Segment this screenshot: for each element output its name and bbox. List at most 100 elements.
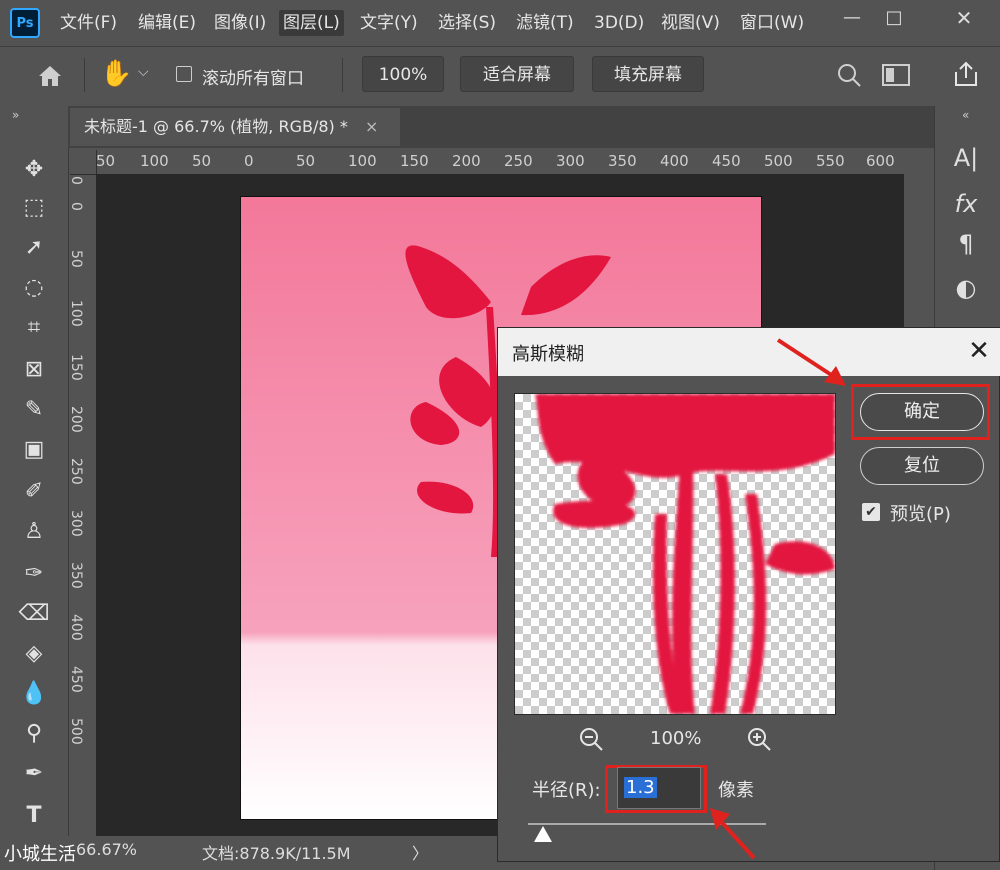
ruler-tick: 50 xyxy=(68,250,84,268)
annotation-arrow-radius xyxy=(710,808,756,860)
healing-brush-tool-icon[interactable]: ▣ xyxy=(14,432,54,468)
menu-image[interactable]: 图像(I) xyxy=(210,10,270,36)
eraser-tool-icon[interactable]: ⌫ xyxy=(14,596,54,632)
ruler-tick: 450 xyxy=(68,666,84,693)
maximize-button[interactable]: □ xyxy=(876,6,912,30)
ruler-tick: 500 xyxy=(68,718,84,745)
collapse-toolbar-icon[interactable]: » xyxy=(12,108,19,122)
screen-mode-icon[interactable] xyxy=(882,64,912,86)
dialog-close-icon[interactable]: ✕ xyxy=(964,336,994,366)
fit-screen-button[interactable]: 适合屏幕 xyxy=(460,56,574,92)
ruler-tick: 0 xyxy=(68,202,84,211)
ruler-tick: 250 xyxy=(68,458,84,485)
ruler-tick: 600 xyxy=(866,152,895,170)
quick-selection-tool-icon[interactable]: ◌ xyxy=(14,270,54,306)
search-icon[interactable] xyxy=(836,62,862,88)
move-tool-icon[interactable]: ✥ xyxy=(14,152,54,188)
ruler-tick: 400 xyxy=(68,614,84,641)
status-zoom[interactable]: 66.67% xyxy=(76,840,137,859)
preview-label: 预览(P) xyxy=(890,504,951,525)
lasso-tool-icon[interactable]: ➚ xyxy=(14,230,54,266)
ruler-tick: 500 xyxy=(764,152,793,170)
adjustments-icon[interactable]: ◐ xyxy=(946,270,986,306)
eyedropper-tool-icon[interactable]: ✎ xyxy=(14,392,54,428)
pen-tool-icon[interactable]: ✒ xyxy=(14,756,54,792)
crop-tool-icon[interactable]: ⌗ xyxy=(14,310,54,346)
scroll-all-label: 滚动所有窗口 xyxy=(202,69,304,89)
type-tool-icon[interactable]: T xyxy=(14,798,54,834)
zoom-in-icon[interactable] xyxy=(746,726,772,752)
fx-styles-icon[interactable]: fx xyxy=(946,186,986,222)
radius-value: 1.3 xyxy=(624,777,657,798)
ruler-tick: 250 xyxy=(504,152,533,170)
unit-label: 像素 xyxy=(718,780,754,801)
minimize-button[interactable]: — xyxy=(834,6,870,30)
ruler-tick: 100 xyxy=(68,300,84,327)
dodge-tool-icon[interactable]: ⚲ xyxy=(14,716,54,752)
radius-slider-thumb[interactable] xyxy=(534,826,552,842)
home-icon[interactable] xyxy=(36,62,64,90)
blur-preview[interactable] xyxy=(514,393,836,715)
brush-tool-icon[interactable]: ✐ xyxy=(14,474,54,510)
watermark-text: 小城生活 xyxy=(4,844,76,865)
annotation-arrow-ok xyxy=(776,338,846,386)
radius-input[interactable]: 1.3 xyxy=(617,767,701,809)
menu-select[interactable]: 选择(S) xyxy=(434,10,500,36)
reset-button[interactable]: 复位 xyxy=(860,447,984,485)
status-chevron-icon[interactable]: 〉 xyxy=(412,840,428,864)
menu-bar: Ps 文件(F) 编辑(E) 图像(I) 图层(L) 文字(Y) 选择(S) 滤… xyxy=(0,0,1000,46)
ruler-tick: 100 xyxy=(348,152,377,170)
ruler-tick: 200 xyxy=(452,152,481,170)
menu-window[interactable]: 窗口(W) xyxy=(736,10,808,36)
menu-type[interactable]: 文字(Y) xyxy=(356,10,422,36)
zoom-out-icon[interactable] xyxy=(578,726,604,752)
ruler-tick: 0 xyxy=(68,176,84,185)
document-tab[interactable]: 未标题-1 @ 66.7% (植物, RGB/8) * × xyxy=(70,108,400,146)
ruler-tick: 400 xyxy=(660,152,689,170)
paint-bucket-tool-icon[interactable]: ◈ xyxy=(14,636,54,672)
ruler-tick: 50 xyxy=(296,152,316,170)
menu-3d[interactable]: 3D(D) xyxy=(590,10,648,36)
share-icon[interactable] xyxy=(952,60,980,88)
ruler-tick: 350 xyxy=(68,562,84,589)
chevron-down-icon[interactable]: ⌵ xyxy=(138,64,149,80)
collapse-right-panel-icon[interactable]: « xyxy=(962,108,969,122)
ruler-tick: 150 xyxy=(400,152,429,170)
zoom-100-button[interactable]: 100% xyxy=(362,56,444,92)
menu-file[interactable]: 文件(F) xyxy=(56,10,121,36)
frame-tool-icon[interactable]: ⊠ xyxy=(14,352,54,388)
marquee-tool-icon[interactable]: ⬚ xyxy=(14,190,54,226)
document-tab-title: 未标题-1 @ 66.7% (植物, RGB/8) * xyxy=(84,117,348,136)
ruler-tick: 550 xyxy=(816,152,845,170)
history-brush-tool-icon[interactable]: ✑ xyxy=(14,556,54,592)
window-close-button[interactable]: ✕ xyxy=(946,6,982,30)
dialog-title: 高斯模糊 xyxy=(512,344,584,365)
ruler-tick: 100 xyxy=(140,152,169,170)
menu-edit[interactable]: 编辑(E) xyxy=(134,10,200,36)
ruler-tick: 50 xyxy=(192,152,212,170)
menu-filter[interactable]: 滤镜(T) xyxy=(512,10,578,36)
preview-checkbox[interactable]: ✔ xyxy=(862,503,880,521)
blur-tool-icon[interactable]: 💧 xyxy=(14,676,54,712)
ruler-tick: 150 xyxy=(68,354,84,381)
ok-button[interactable]: 确定 xyxy=(860,393,984,431)
paragraph-icon[interactable]: ¶ xyxy=(946,226,986,262)
fill-screen-button[interactable]: 填充屏幕 xyxy=(592,56,704,92)
ruler-tick: 50 xyxy=(96,152,116,170)
ruler-tick: 0 xyxy=(244,152,254,170)
stamp-tool-icon[interactable]: ♙ xyxy=(14,514,54,550)
ruler-tick: 450 xyxy=(712,152,741,170)
ruler-tick: 350 xyxy=(608,152,637,170)
close-tab-icon[interactable]: × xyxy=(365,117,378,136)
scroll-all-checkbox[interactable] xyxy=(176,66,192,82)
hand-icon[interactable]: ✋ xyxy=(100,58,132,90)
preview-plant xyxy=(535,394,835,714)
menu-view[interactable]: 视图(V) xyxy=(657,10,724,36)
ruler-tick: 200 xyxy=(68,406,84,433)
photoshop-logo: Ps xyxy=(10,8,40,38)
preview-zoom-value: 100% xyxy=(650,728,702,749)
menu-layer[interactable]: 图层(L) xyxy=(279,10,344,36)
ruler-tick: 300 xyxy=(556,152,585,170)
character-panel-icon[interactable]: A| xyxy=(946,140,986,176)
ruler-tick: 300 xyxy=(68,510,84,537)
